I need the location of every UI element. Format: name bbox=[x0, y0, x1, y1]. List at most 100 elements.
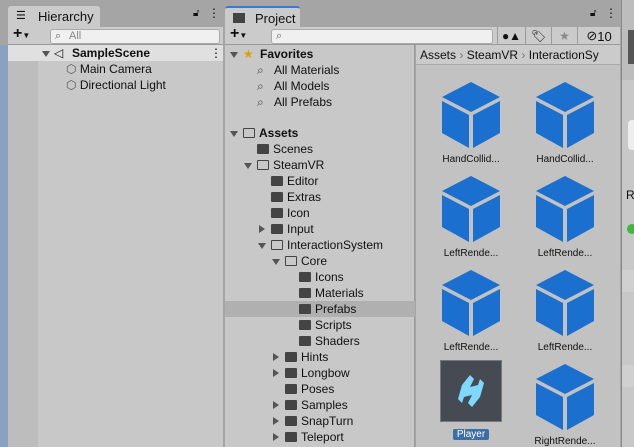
folder-label: InteractionSystem bbox=[287, 238, 384, 252]
expand-arrow-icon[interactable] bbox=[273, 401, 279, 409]
folder-tree-item[interactable]: Prefabs bbox=[225, 301, 415, 317]
folder-tree-item[interactable]: Longbow bbox=[225, 365, 415, 381]
folder-label: Scenes bbox=[273, 142, 314, 156]
expand-arrow-icon[interactable] bbox=[273, 417, 279, 425]
expand-arrow-icon[interactable] bbox=[273, 369, 279, 377]
hierarchy-search-input[interactable]: ⌕ All bbox=[50, 29, 220, 44]
search-by-label-button[interactable]: 🏷︎ bbox=[525, 27, 551, 45]
folder-tree-item[interactable]: Icons bbox=[225, 269, 415, 285]
favorite-item[interactable]: ⌕ All Prefabs bbox=[225, 94, 415, 110]
asset-grid: Assets › SteamVR › InteractionSy HandCol… bbox=[416, 45, 620, 447]
favorite-item[interactable]: ⌕ All Models bbox=[225, 78, 415, 94]
tab-project[interactable]: Project bbox=[225, 6, 300, 27]
folder-label: Longbow bbox=[301, 366, 350, 380]
folder-icon bbox=[299, 336, 311, 346]
asset-player[interactable]: Player bbox=[426, 360, 516, 440]
folder-label: Assets bbox=[259, 126, 299, 140]
tab-label: Project bbox=[255, 11, 296, 26]
folder-icon bbox=[299, 304, 311, 314]
asset-prefab[interactable]: RightRende... bbox=[520, 360, 610, 447]
asset-label: LeftRende... bbox=[537, 248, 593, 259]
folder-open-icon bbox=[257, 160, 269, 170]
lock-icon[interactable]: 🔓︎ bbox=[590, 8, 596, 19]
asset-label: RightRende... bbox=[534, 436, 596, 447]
prefab-cube-icon bbox=[426, 78, 516, 150]
folder-tree-item[interactable]: InteractionSystem bbox=[225, 237, 415, 253]
favorites-header[interactable]: ★ Favorites bbox=[225, 46, 415, 62]
scene-name: SampleScene bbox=[72, 46, 151, 60]
project-panel: Project 🔓︎ ⋮ +▼ ⌕ ●▲ 🏷︎ ★ ⊘ 10 ★ Favorite… bbox=[225, 0, 620, 447]
folder-tree-item[interactable]: Poses bbox=[225, 381, 415, 397]
item-label: Directional Light bbox=[79, 78, 166, 92]
folder-open-icon bbox=[243, 128, 255, 138]
breadcrumb-item[interactable]: SteamVR bbox=[467, 48, 518, 62]
breadcrumb-item[interactable]: Assets bbox=[420, 48, 456, 62]
folder-tree-item[interactable]: Icon bbox=[225, 205, 415, 221]
tab-hierarchy[interactable]: ☰ Hierarchy bbox=[8, 6, 100, 27]
asset-prefab[interactable]: LeftRende... bbox=[426, 172, 516, 259]
folder-label: Poses bbox=[301, 382, 335, 396]
hierarchy-item[interactable]: ⬡ Main Camera bbox=[66, 61, 152, 77]
search-placeholder: All bbox=[69, 30, 82, 42]
create-button[interactable]: +▼ bbox=[13, 25, 30, 43]
asset-label: LeftRende... bbox=[443, 248, 499, 259]
folder-tree[interactable]: ★ Favorites ⌕ All Materials ⌕ All Models ⌕ Al… bbox=[225, 45, 415, 447]
breadcrumb-item[interactable]: InteractionSy bbox=[529, 48, 599, 62]
inspector-panel: R bbox=[621, 0, 634, 447]
expand-arrow-icon[interactable] bbox=[273, 353, 279, 361]
folder-tree-item[interactable]: Scenes bbox=[225, 141, 415, 157]
expand-arrow-icon[interactable] bbox=[230, 131, 238, 137]
asset-prefab[interactable]: HandCollid... bbox=[426, 78, 516, 165]
folder-icon bbox=[285, 416, 297, 426]
asset-label: LeftRende... bbox=[443, 342, 499, 353]
folder-tree-item[interactable]: Teleport bbox=[225, 429, 415, 445]
folder-open-icon bbox=[271, 240, 283, 250]
favorite-label: All Prefabs bbox=[274, 95, 333, 109]
folder-tree-item[interactable]: Materials bbox=[225, 285, 415, 301]
expand-arrow-icon[interactable] bbox=[259, 225, 265, 233]
breadcrumb: Assets › SteamVR › InteractionSy bbox=[416, 45, 620, 65]
asset-prefab[interactable]: HandCollid... bbox=[520, 78, 610, 165]
favorite-item[interactable]: ⌕ All Materials bbox=[225, 62, 415, 78]
folder-tree-item[interactable]: Samples bbox=[225, 397, 415, 413]
folder-tree-item[interactable]: SteamVR bbox=[225, 157, 415, 173]
expand-arrow-icon[interactable] bbox=[244, 163, 252, 169]
folder-tree-item[interactable]: Core bbox=[225, 253, 415, 269]
search-by-type-button[interactable]: ●▲ bbox=[497, 27, 525, 45]
expand-arrow-icon[interactable] bbox=[230, 52, 238, 58]
folder-tree-item[interactable]: Assets bbox=[225, 125, 415, 141]
create-button[interactable]: +▼ bbox=[230, 25, 247, 43]
expand-arrow-icon[interactable] bbox=[258, 243, 266, 249]
prefab-cube-icon bbox=[520, 266, 610, 338]
lock-icon[interactable]: 🔓︎ bbox=[193, 8, 199, 19]
more-menu-icon[interactable]: ⋮ bbox=[605, 6, 617, 20]
folder-icon bbox=[285, 384, 297, 394]
folder-tree-item[interactable]: Extras bbox=[225, 189, 415, 205]
asset-prefab[interactable]: LeftRende... bbox=[520, 266, 610, 353]
hidden-packages-button[interactable]: ⊘ 10 bbox=[577, 27, 620, 45]
folder-tree-item[interactable]: SnapTurn bbox=[225, 413, 415, 429]
more-menu-icon[interactable]: ⋮ bbox=[208, 6, 220, 20]
prefab-cube-icon bbox=[520, 78, 610, 150]
asset-prefab[interactable]: LeftRende... bbox=[426, 266, 516, 353]
expand-arrow-icon[interactable] bbox=[272, 259, 280, 265]
folder-tree-item[interactable]: Hints bbox=[225, 349, 415, 365]
folder-tree-item[interactable]: Input bbox=[225, 221, 415, 237]
prefab-cube-icon bbox=[426, 172, 516, 244]
expand-arrow-icon[interactable] bbox=[42, 51, 50, 57]
folder-tree-item[interactable]: Scripts bbox=[225, 317, 415, 333]
scene-menu-icon[interactable]: ⋮ bbox=[210, 45, 222, 61]
hierarchy-item[interactable]: ⬡ Directional Light bbox=[66, 77, 166, 93]
expand-arrow-icon[interactable] bbox=[273, 433, 279, 441]
folder-label: Input bbox=[287, 222, 314, 236]
inspector-label: R bbox=[626, 188, 634, 202]
folder-label: Core bbox=[301, 254, 328, 268]
scene-row[interactable]: ◁ SampleScene ⋮ bbox=[8, 45, 223, 61]
folder-tree-item[interactable]: Editor bbox=[225, 173, 415, 189]
project-search-input[interactable]: ⌕ bbox=[271, 29, 493, 44]
folder-tree-item[interactable]: Shaders bbox=[225, 333, 415, 349]
favorites-label: Favorites bbox=[260, 47, 314, 61]
asset-prefab[interactable]: LeftRende... bbox=[520, 172, 610, 259]
favorites-star-button[interactable]: ★ bbox=[551, 27, 577, 45]
folder-label: Hints bbox=[301, 350, 329, 364]
